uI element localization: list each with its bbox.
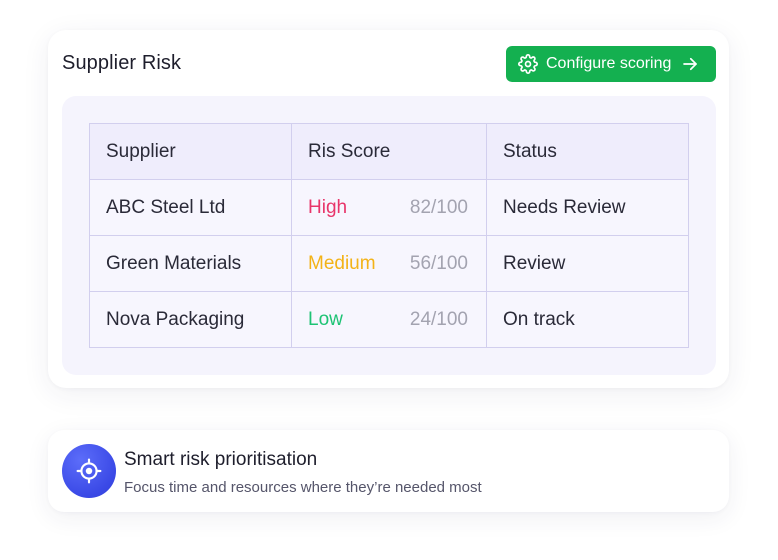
risk-table-panel: Supplier Ris Score Status ABC Steel Ltd … <box>62 96 716 375</box>
table-row[interactable]: Green Materials Medium 56/100 Review <box>89 235 689 292</box>
supplier-name: ABC Steel Ltd <box>89 179 292 236</box>
feature-card: Smart risk prioritisation Focus time and… <box>48 430 729 512</box>
risk-score-cell: High 82/100 <box>291 179 487 236</box>
supplier-risk-table: Supplier Ris Score Status ABC Steel Ltd … <box>89 123 689 348</box>
supplier-name: Green Materials <box>89 235 292 292</box>
feature-title: Smart risk prioritisation <box>124 449 318 470</box>
supplier-name: Nova Packaging <box>89 291 292 348</box>
feature-subtitle: Focus time and resources where they’re n… <box>124 479 482 496</box>
table-row[interactable]: ABC Steel Ltd High 82/100 Needs Review <box>89 179 689 236</box>
risk-score-value: 82/100 <box>409 197 468 218</box>
card-title: Supplier Risk <box>62 52 182 74</box>
risk-score-cell: Low 24/100 <box>291 291 487 348</box>
column-header-supplier: Supplier <box>89 123 292 180</box>
gear-icon <box>518 54 538 74</box>
risk-level-badge: High <box>308 197 348 218</box>
status-text: On track <box>486 291 689 348</box>
risk-score-cell: Medium 56/100 <box>291 235 487 292</box>
status-text: Needs Review <box>486 179 689 236</box>
column-header-risk-score: Ris Score <box>291 123 487 180</box>
table-header-row: Supplier Ris Score Status <box>89 123 689 180</box>
supplier-risk-card: Supplier Risk Configure scoring Supplier… <box>48 30 729 388</box>
table-row[interactable]: Nova Packaging Low 24/100 On track <box>89 291 689 348</box>
configure-scoring-label: Configure scoring <box>546 55 672 72</box>
risk-level-badge: Low <box>308 309 343 330</box>
risk-level-badge: Medium <box>308 253 376 274</box>
arrow-right-icon <box>681 55 699 73</box>
risk-score-value: 24/100 <box>409 309 468 330</box>
configure-scoring-button[interactable]: Configure scoring <box>506 46 716 82</box>
target-icon <box>62 444 116 498</box>
risk-score-value: 56/100 <box>409 253 468 274</box>
column-header-status: Status <box>486 123 689 180</box>
status-text: Review <box>486 235 689 292</box>
